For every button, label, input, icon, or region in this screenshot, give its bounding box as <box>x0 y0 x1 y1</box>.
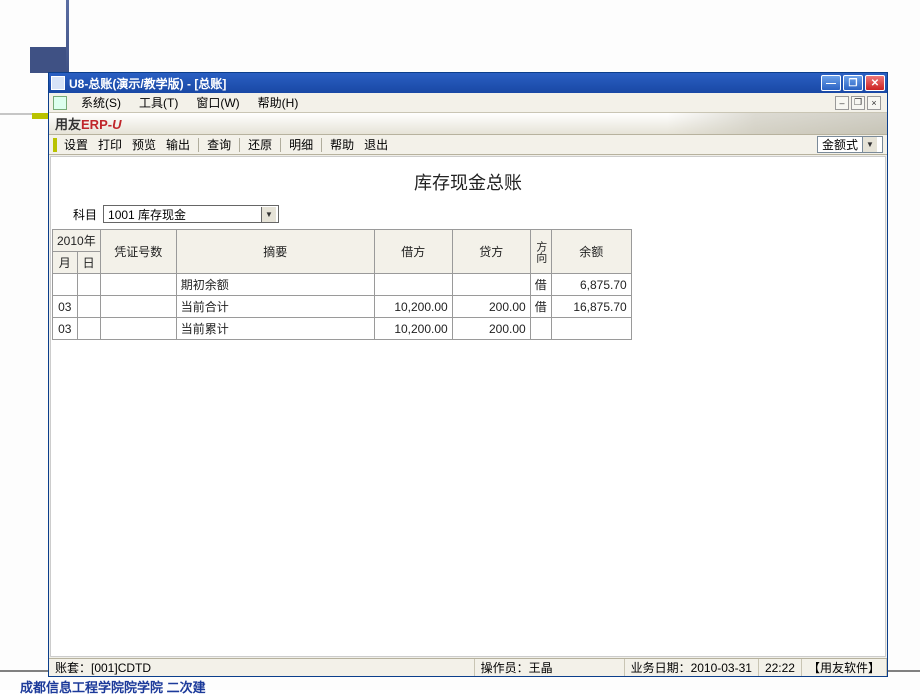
table-cell: 10,200.00 <box>374 296 452 318</box>
decoration-block <box>30 47 66 73</box>
table-cell: 200.00 <box>452 296 530 318</box>
tool-query[interactable]: 查询 <box>202 135 236 154</box>
col-direction: 方向 <box>530 230 551 274</box>
tool-help[interactable]: 帮助 <box>325 135 359 154</box>
table-cell <box>452 274 530 296</box>
table-cell <box>100 318 176 340</box>
close-button[interactable]: ✕ <box>865 75 885 91</box>
toolbar-separator <box>280 138 281 152</box>
statusbar: 账套：[001]CDTD 操作员：王晶 业务日期：2010-03-31 22:2… <box>49 658 887 676</box>
col-credit: 贷方 <box>452 230 530 274</box>
chevron-down-icon: ▼ <box>862 137 877 152</box>
report-title: 库存现金总账 <box>51 157 885 203</box>
tool-preview[interactable]: 预览 <box>127 135 161 154</box>
table-cell: 借 <box>530 296 551 318</box>
table-cell <box>374 274 452 296</box>
table-cell <box>100 274 176 296</box>
mdi-controls: – ❐ × <box>835 96 883 110</box>
brand-erp: ERP- <box>81 117 112 132</box>
table-cell: 6,875.70 <box>551 274 631 296</box>
mdi-close-button[interactable]: × <box>867 96 881 110</box>
col-month: 月 <box>53 252 78 274</box>
status-time: 22:22 <box>759 659 802 676</box>
toolbar-separator <box>239 138 240 152</box>
table-row[interactable]: 03 当前合计10,200.00200.00借16,875.70 <box>53 296 632 318</box>
amount-mode-value: 金额式 <box>822 136 858 153</box>
table-cell: 200.00 <box>452 318 530 340</box>
tool-export[interactable]: 输出 <box>161 135 195 154</box>
decoration-accent <box>32 113 48 119</box>
table-row[interactable]: 期初余额 借6,875.70 <box>53 274 632 296</box>
maximize-button[interactable]: ❐ <box>843 75 863 91</box>
table-cell <box>100 296 176 318</box>
status-vendor: 【用友软件】 <box>802 659 887 676</box>
table-cell: 当前合计 <box>176 296 374 318</box>
table-cell: 10,200.00 <box>374 318 452 340</box>
mdi-restore-button[interactable]: ❐ <box>851 96 865 110</box>
window-title: U8-总账(演示/教学版) - [总账] <box>69 75 819 92</box>
col-year: 2010年 <box>53 230 101 252</box>
col-day: 日 <box>77 252 100 274</box>
footer-watermark: 成都信息工程学院院学院 二次建 <box>20 677 206 696</box>
status-biz-date: 业务日期：2010-03-31 <box>625 659 759 676</box>
brand-decoration <box>667 113 887 134</box>
amount-mode-dropdown[interactable]: 金额式 ▼ <box>817 136 883 153</box>
tool-detail[interactable]: 明细 <box>284 135 318 154</box>
table-cell <box>551 318 631 340</box>
subject-value: 1001 库存现金 <box>108 206 186 223</box>
minimize-button[interactable]: — <box>821 75 841 91</box>
brand-bar: 用友ERP-U <box>49 113 887 135</box>
col-balance: 余额 <box>551 230 631 274</box>
table-cell: 期初余额 <box>176 274 374 296</box>
col-debit: 借方 <box>374 230 452 274</box>
col-voucher: 凭证号数 <box>100 230 176 274</box>
table-cell: 借 <box>530 274 551 296</box>
status-account-set: 账套：[001]CDTD <box>49 659 475 676</box>
tool-settings[interactable]: 设置 <box>59 135 93 154</box>
content-area: 库存现金总账 科目 1001 库存现金 ▼ 2010年 凭证号数 摘要 借方 <box>50 156 886 657</box>
toolbar-separator <box>198 138 199 152</box>
menu-window[interactable]: 窗口(W) <box>188 93 247 112</box>
app-icon <box>51 76 65 90</box>
brand-prefix: 用友 <box>55 117 81 132</box>
menu-tools[interactable]: 工具(T) <box>131 93 186 112</box>
table-cell: 03 <box>53 318 78 340</box>
status-operator: 操作员：王晶 <box>475 659 625 676</box>
table-cell <box>77 318 100 340</box>
subject-dropdown[interactable]: 1001 库存现金 ▼ <box>103 205 279 223</box>
toolbar-accent-icon <box>53 138 57 152</box>
chevron-down-icon: ▼ <box>261 207 276 222</box>
brand-logo-text: 用友ERP-U <box>55 114 121 133</box>
table-cell <box>77 274 100 296</box>
tool-exit[interactable]: 退出 <box>359 135 393 154</box>
menu-help[interactable]: 帮助(H) <box>250 93 307 112</box>
table-cell <box>53 274 78 296</box>
col-summary: 摘要 <box>176 230 374 274</box>
table-cell <box>77 296 100 318</box>
tool-print[interactable]: 打印 <box>93 135 127 154</box>
ledger-table: 2010年 凭证号数 摘要 借方 贷方 方向 余额 月 日 期初余额借6,875… <box>52 229 632 340</box>
brand-u8-icon: U <box>112 117 121 132</box>
toolbar: 设置 打印 预览 输出 查询 还原 明细 帮助 退出 金额式 ▼ <box>49 135 887 155</box>
table-cell: 16,875.70 <box>551 296 631 318</box>
footer-separator <box>0 670 48 672</box>
table-cell: 03 <box>53 296 78 318</box>
app-window: U8-总账(演示/教学版) - [总账] — ❐ ✕ 系统(S) 工具(T) 窗… <box>48 72 888 677</box>
mdi-minimize-button[interactable]: – <box>835 96 849 110</box>
table-cell <box>530 318 551 340</box>
toolbar-separator <box>321 138 322 152</box>
decoration-line <box>66 0 69 72</box>
menu-system[interactable]: 系统(S) <box>73 93 129 112</box>
table-row[interactable]: 03 当前累计10,200.00200.00 <box>53 318 632 340</box>
titlebar[interactable]: U8-总账(演示/教学版) - [总账] — ❐ ✕ <box>49 73 887 93</box>
subject-row: 科目 1001 库存现金 ▼ <box>51 203 885 229</box>
subject-label: 科目 <box>73 206 97 223</box>
mdi-icon[interactable] <box>53 96 67 110</box>
menubar: 系统(S) 工具(T) 窗口(W) 帮助(H) – ❐ × <box>49 93 887 113</box>
tool-restore[interactable]: 还原 <box>243 135 277 154</box>
table-cell: 当前累计 <box>176 318 374 340</box>
